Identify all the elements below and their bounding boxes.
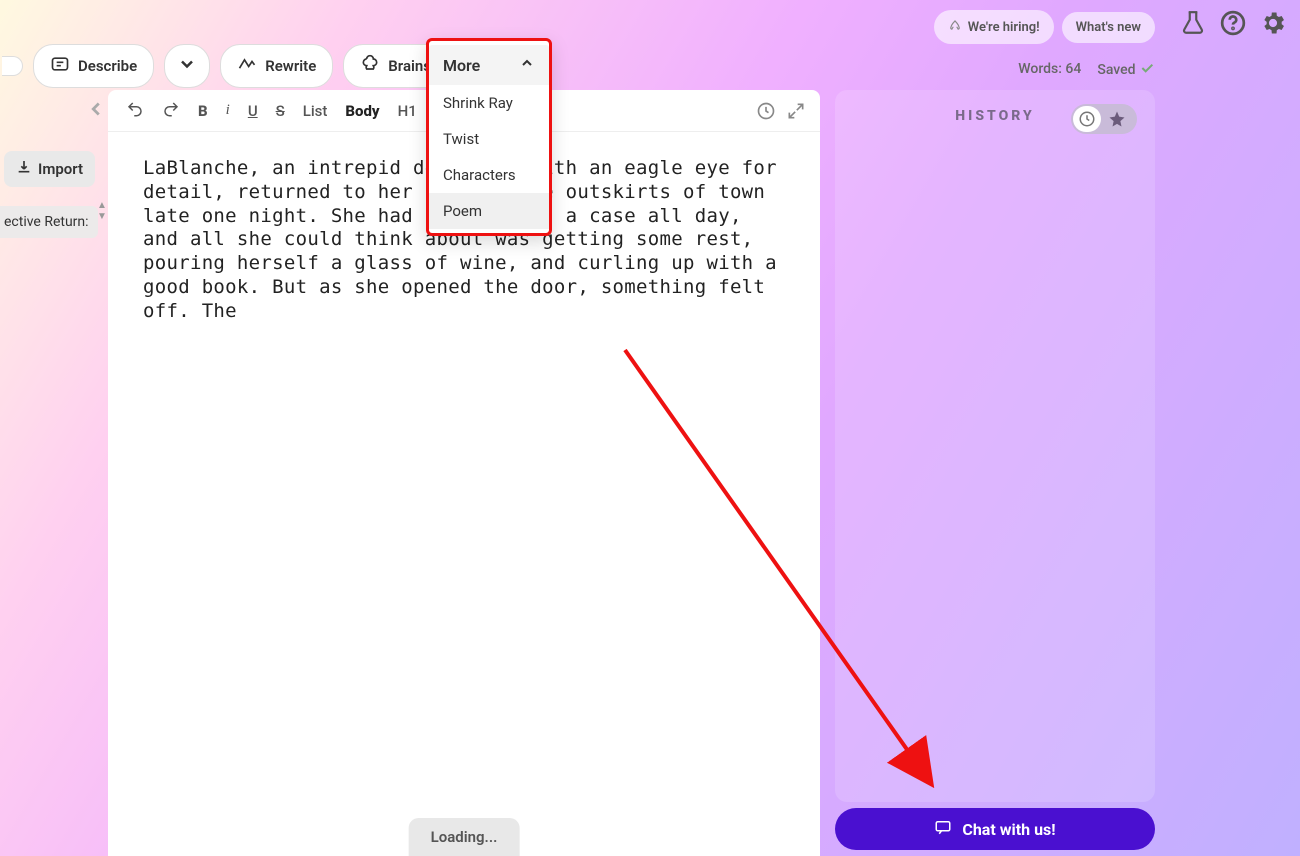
document-tab[interactable]: ective Return: xyxy=(0,206,98,238)
chat-label: Chat with us! xyxy=(962,820,1055,839)
history-starred-icon[interactable] xyxy=(1103,106,1131,132)
dropdown-item-characters[interactable]: Characters xyxy=(429,157,549,193)
undo-button[interactable] xyxy=(120,98,150,124)
brainstorm-icon xyxy=(360,54,380,78)
more-dropdown: More Shrink Ray Twist Characters Poem xyxy=(426,38,552,236)
list-button[interactable]: List xyxy=(297,100,334,122)
word-count: Words: 64 xyxy=(1018,61,1081,77)
strike-button[interactable]: S xyxy=(270,100,291,122)
redo-button[interactable] xyxy=(156,98,186,124)
import-label: Import xyxy=(38,160,83,178)
import-button[interactable]: Import xyxy=(4,151,95,187)
settings-icon[interactable] xyxy=(1258,8,1288,38)
more-dropdown-toggle[interactable]: More xyxy=(429,45,549,85)
history-icon[interactable] xyxy=(754,99,778,123)
italic-button[interactable]: i xyxy=(220,100,236,121)
saved-status: Saved xyxy=(1097,60,1155,78)
labs-icon[interactable] xyxy=(1178,8,1208,38)
whatsnew-label: What's new xyxy=(1076,20,1141,35)
rewrite-label: Rewrite xyxy=(265,57,316,75)
expand-icon[interactable] xyxy=(784,99,808,123)
underline-button[interactable]: U xyxy=(242,100,264,122)
describe-button[interactable]: Describe xyxy=(33,44,154,88)
chat-button[interactable]: Chat with us! xyxy=(835,808,1155,850)
history-recent-icon[interactable] xyxy=(1073,106,1101,132)
rocket-icon xyxy=(948,18,962,36)
rewrite-icon xyxy=(237,54,257,78)
describe-chevron-button[interactable] xyxy=(164,44,210,88)
body-style-button[interactable]: Body xyxy=(339,100,385,122)
toolbar-leading-fragment[interactable] xyxy=(2,56,23,76)
history-panel: HISTORY xyxy=(835,90,1155,802)
describe-label: Describe xyxy=(78,57,137,75)
collapse-sidebar-icon[interactable] xyxy=(85,98,107,120)
loading-indicator: Loading... xyxy=(409,818,520,856)
rewrite-button[interactable]: Rewrite xyxy=(220,44,333,88)
history-toggle[interactable] xyxy=(1071,104,1137,134)
describe-icon xyxy=(50,54,70,78)
hiring-label: We're hiring! xyxy=(968,20,1040,35)
download-icon xyxy=(16,159,32,179)
hiring-pill[interactable]: We're hiring! xyxy=(934,10,1054,44)
whatsnew-pill[interactable]: What's new xyxy=(1062,12,1155,43)
chevron-up-icon xyxy=(519,55,535,75)
bold-button[interactable]: B xyxy=(192,100,214,122)
dropdown-item-twist[interactable]: Twist xyxy=(429,121,549,157)
help-icon[interactable] xyxy=(1218,8,1248,38)
chevron-down-icon xyxy=(177,54,197,78)
chat-icon xyxy=(934,818,952,840)
h1-button[interactable]: H1 xyxy=(392,100,423,122)
more-label: More xyxy=(443,56,480,75)
dropdown-item-poem[interactable]: Poem xyxy=(429,193,549,229)
document-tab-label: ective Return: xyxy=(4,214,89,230)
scroll-hint-icon: ▲▼ xyxy=(97,200,107,222)
dropdown-item-shrink-ray[interactable]: Shrink Ray xyxy=(429,85,549,121)
